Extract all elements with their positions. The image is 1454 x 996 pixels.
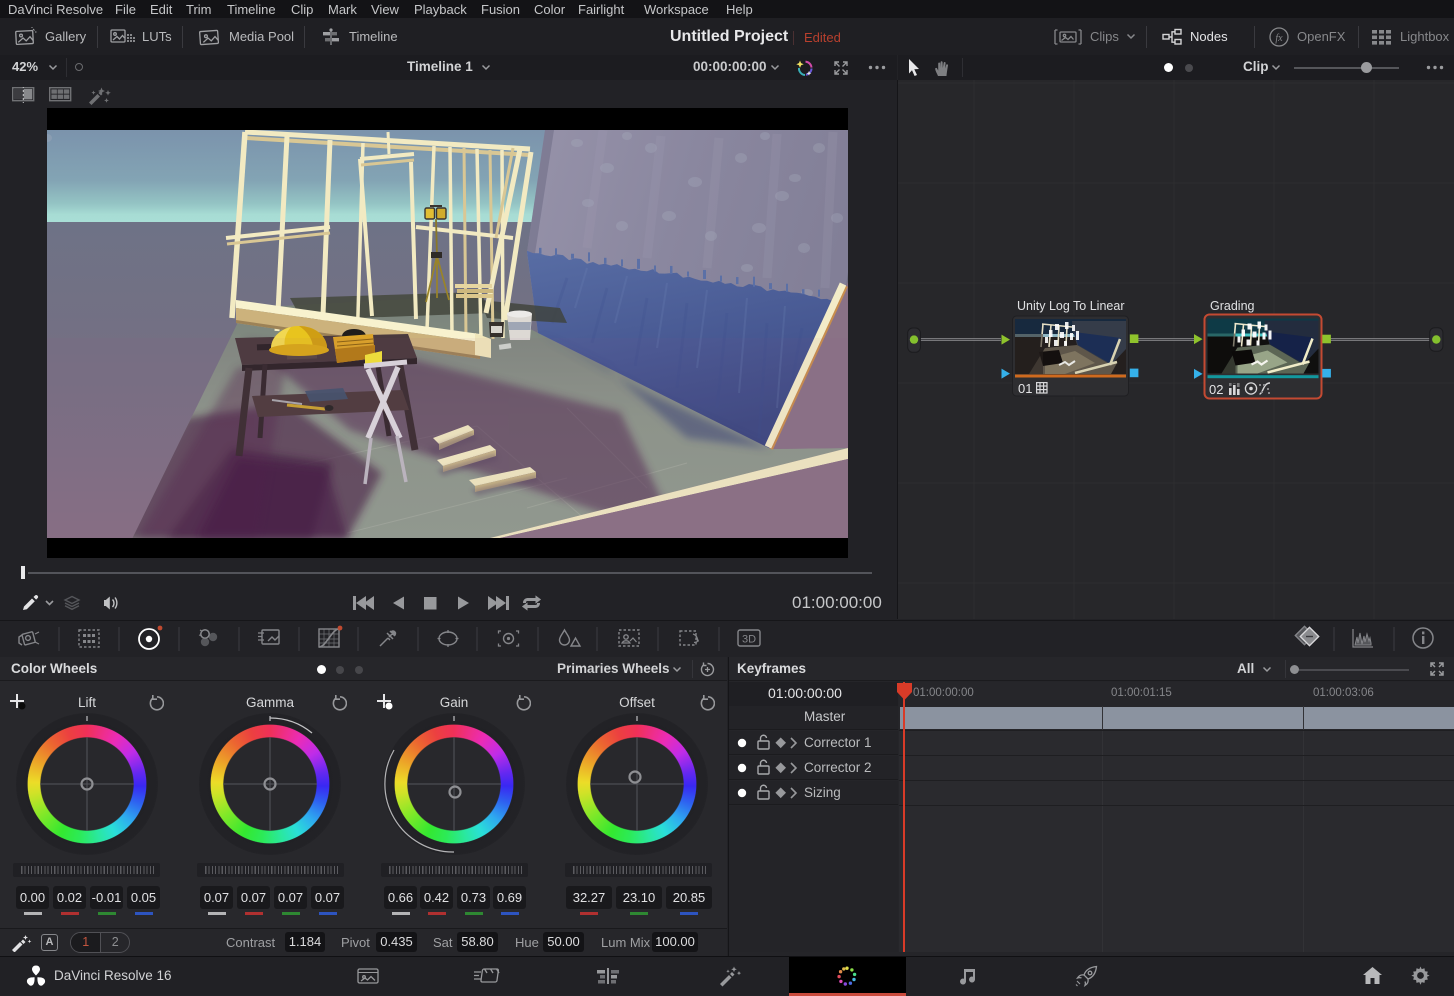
svg-text:fx: fx bbox=[1275, 33, 1283, 44]
svg-text:Grading: Grading bbox=[1210, 299, 1255, 313]
svg-text:Unity Log To Linear: Unity Log To Linear bbox=[1017, 299, 1124, 313]
svg-text:01: 01 bbox=[1018, 381, 1032, 396]
svg-text:02: 02 bbox=[1209, 382, 1223, 397]
svg-text:3D: 3D bbox=[742, 634, 756, 646]
